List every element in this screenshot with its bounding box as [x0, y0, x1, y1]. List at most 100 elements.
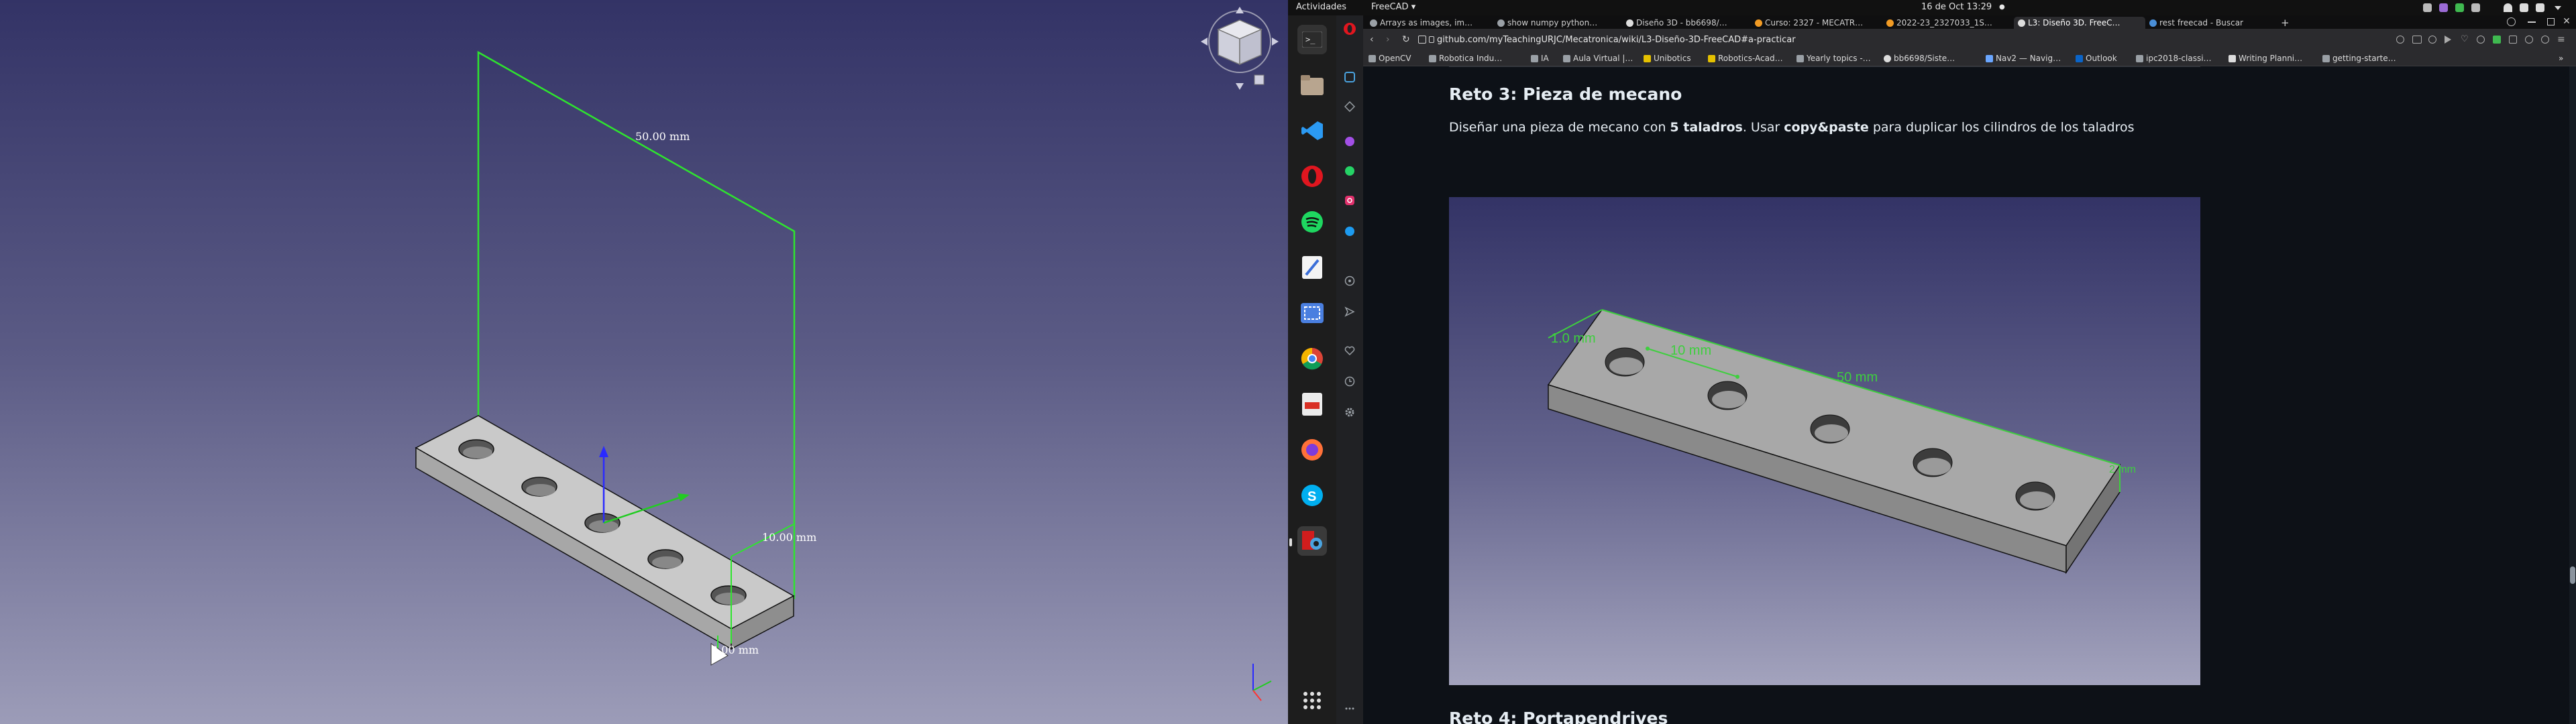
battery-icon[interactable]	[2536, 3, 2544, 12]
forward-arrow-icon[interactable]: ›	[1386, 34, 1390, 45]
account-icon[interactable]	[2477, 36, 2485, 44]
close-window-icon[interactable]: ✕	[2561, 16, 2572, 27]
profile-icon[interactable]	[2541, 36, 2549, 44]
bookmark-bb6698-sistemas[interactable]: bb6698/Siste…	[1884, 54, 1955, 63]
opera-menu-icon[interactable]	[1343, 22, 1356, 36]
firefox-icon[interactable]	[1297, 435, 1327, 465]
show-apps-grid-icon[interactable]	[1297, 686, 1327, 715]
github-icon	[1884, 54, 1891, 62]
twitter-icon[interactable]	[1343, 225, 1356, 238]
pdf-viewer-icon[interactable]	[1297, 389, 1327, 419]
bookmark-ia[interactable]: IA	[1531, 54, 1549, 63]
sidebar-more-icon[interactable]	[1343, 699, 1356, 713]
minimize-icon[interactable]	[2528, 21, 2536, 23]
tab-curso-mecatronica[interactable]: Curso: 2327 - MECATR…	[1751, 17, 1882, 29]
wiki-page-content[interactable]: Reto 3: Pieza de mecano Diseñar una piez…	[1363, 66, 2576, 724]
instagram-icon[interactable]	[1343, 194, 1356, 207]
text-editor-icon[interactable]	[1297, 253, 1327, 282]
camera-snapshot-icon[interactable]	[2412, 36, 2422, 44]
tab-favicon-icon	[1886, 19, 1894, 27]
terminal-icon[interactable]: >_	[1297, 25, 1327, 54]
speed-dial-icon[interactable]	[1343, 70, 1356, 84]
new-tab-button[interactable]: +	[2277, 17, 2293, 29]
notification-dot: ●	[1999, 3, 2005, 11]
freecad-model-canvas[interactable]	[0, 0, 1288, 724]
bookmark-writing-planning[interactable]: Writing Planni…	[2229, 54, 2302, 63]
tray-app-icon[interactable]	[2439, 3, 2448, 12]
opera-sidebar	[1336, 15, 1363, 724]
skype-icon[interactable]: S	[1297, 481, 1327, 510]
url-field[interactable]: github.com/myTeachingURJC/Mecatronica/wi…	[1437, 35, 1796, 45]
bookmark-label: IA	[1541, 54, 1549, 63]
bookmark-aula-virtual[interactable]: Aula Virtual |…	[1563, 54, 1633, 63]
tab-rest-freecad-search[interactable]: rest freecad - Buscar	[2145, 17, 2277, 29]
opera-icon[interactable]	[1297, 162, 1327, 191]
tab-show-numpy[interactable]: show numpy python…	[1493, 17, 1622, 29]
bookmark-robotics-academy[interactable]: Robotics-Acad…	[1708, 54, 1783, 63]
screenshot-icon[interactable]	[1297, 298, 1327, 328]
vscode-icon[interactable]	[1297, 116, 1327, 145]
desc-text: . Usar	[1742, 120, 1784, 135]
bookmark-ipc2018[interactable]: ipc2018-classi…	[2136, 54, 2212, 63]
search-icon[interactable]	[2396, 36, 2404, 44]
system-menu-chevron-icon[interactable]	[2555, 6, 2561, 10]
messenger-icon[interactable]	[1343, 135, 1356, 148]
extension-green-icon[interactable]	[2493, 36, 2501, 44]
bookmark-label: Nav2 — Navig…	[1996, 54, 2061, 63]
download-icon[interactable]	[2525, 36, 2533, 44]
player-icon[interactable]	[1343, 274, 1356, 288]
activities-button[interactable]: Actividades	[1296, 2, 1346, 12]
history-clock-icon[interactable]	[1343, 375, 1356, 388]
bookmark-icon	[2322, 54, 2330, 62]
extensions-icon[interactable]	[2509, 36, 2517, 44]
app-menu-freecad[interactable]: FreeCAD ▾	[1371, 2, 1415, 12]
reload-icon[interactable]: ↻	[1402, 34, 1410, 45]
flow-icon[interactable]	[1343, 100, 1356, 113]
axis-z-arrow	[599, 446, 608, 457]
back-arrow-icon[interactable]: ‹	[1370, 34, 1374, 45]
unibotics-icon	[1644, 54, 1651, 62]
axis-triad-icon	[1252, 664, 1272, 701]
tray-misc-icon[interactable]	[2471, 3, 2480, 12]
play-icon[interactable]	[2445, 36, 2451, 44]
reto-3-image[interactable]: 1.0 mm 10 mm 50 mm 2 mm	[1449, 197, 2200, 685]
bookmark-getting-started[interactable]: getting-starte…	[2322, 54, 2396, 63]
page-scrollbar-thumb[interactable]	[2570, 566, 2575, 584]
easy-setup-menu-icon[interactable]: ≡	[2557, 34, 2565, 45]
document-icon	[2229, 54, 2236, 62]
bookmark-nav2[interactable]: Nav2 — Navig…	[1986, 54, 2061, 63]
vpn-icon[interactable]	[2428, 36, 2436, 44]
tab-diseno-3d-github[interactable]: Diseño 3D - bb6698/…	[1622, 17, 1751, 29]
spotify-icon[interactable]	[1297, 207, 1327, 237]
freecad-icon[interactable]	[1297, 526, 1327, 556]
bookmark-opencv[interactable]: OpenCV	[1368, 54, 1411, 63]
camera-icon[interactable]	[2423, 3, 2432, 12]
bookmarks-heart-icon[interactable]	[1343, 344, 1356, 357]
send-icon[interactable]	[1343, 305, 1356, 318]
bookmark-unibotics[interactable]: Unibotics	[1644, 54, 1691, 63]
freecad-3d-view[interactable]: 50.00 mm 10.00 mm 2.00 mm	[0, 0, 1288, 724]
tab-search-icon[interactable]	[2507, 17, 2516, 26]
ubuntu-dock: >_ S	[1288, 15, 1336, 724]
page-scrollbar[interactable]	[2569, 66, 2576, 724]
clock-datetime[interactable]: 16 de Oct 13:29	[1921, 2, 1992, 12]
robotics-academy-icon	[1708, 54, 1715, 62]
bookmark-robotica-industrial[interactable]: Robotica Indu…	[1429, 54, 1502, 63]
bookmark-label: Robotics-Acad…	[1718, 54, 1783, 63]
tab-2022-23[interactable]: 2022-23_2327033_1S…	[1882, 17, 2014, 29]
volume-icon[interactable]	[2520, 3, 2528, 12]
chrome-icon[interactable]	[1297, 344, 1327, 373]
files-icon[interactable]	[1297, 70, 1327, 100]
tab-l3-diseno-active[interactable]: L3: Diseño 3D. FreeC…	[2014, 17, 2145, 29]
tab-arrays-as-images[interactable]: Arrays as images, im…	[1366, 17, 1493, 29]
bookmark-outlook[interactable]: Outlook	[2076, 54, 2117, 63]
settings-gear-icon[interactable]	[1343, 406, 1356, 419]
tray-status-icon[interactable]	[2455, 3, 2464, 12]
tabs-grid-icon[interactable]	[1418, 36, 1426, 44]
bookmarks-more-button[interactable]: »	[2559, 54, 2563, 63]
heart-icon[interactable]: ♡	[2461, 34, 2469, 44]
whatsapp-icon[interactable]	[1343, 164, 1356, 178]
wifi-icon[interactable]	[2504, 3, 2512, 12]
bookmark-yearly-topics[interactable]: Yearly topics -…	[1796, 54, 1871, 63]
maximize-icon[interactable]	[2547, 18, 2555, 25]
